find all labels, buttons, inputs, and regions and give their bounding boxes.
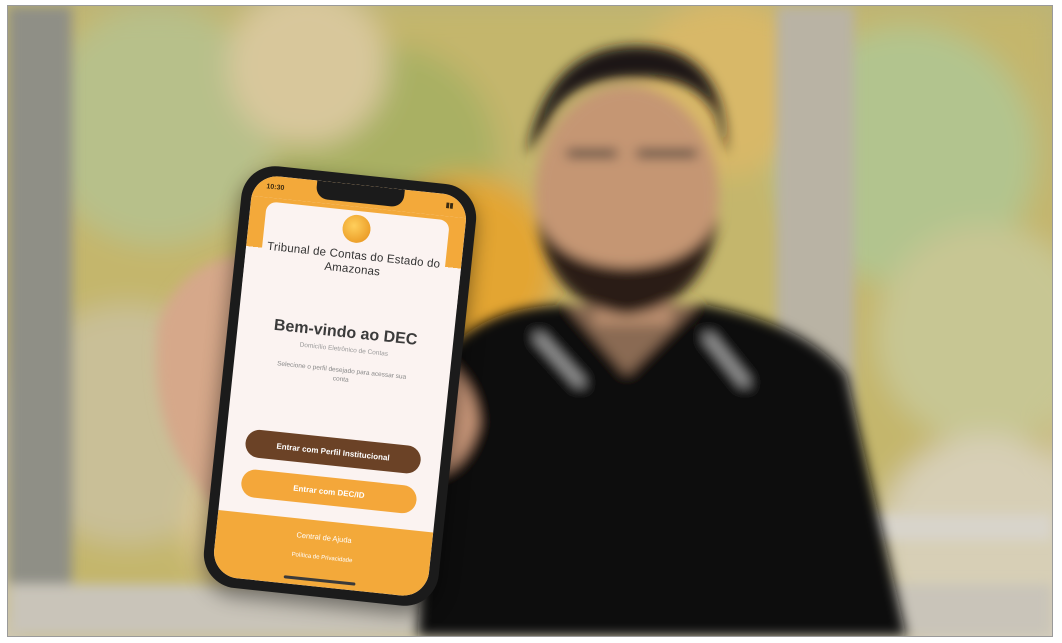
app-footer: Central de Ajuda Política de Privacidade <box>211 509 434 599</box>
institutional-login-button[interactable]: Entrar com Perfil Institucional <box>244 428 423 475</box>
bee-logo-icon <box>341 213 372 245</box>
status-time: 10:30 <box>266 182 285 192</box>
battery-icon: ▮▮ <box>445 202 454 210</box>
background-scene <box>8 6 1052 636</box>
hint-text: Selecione o perfil desejado para acessar… <box>276 360 407 384</box>
dec-id-login-button[interactable]: Entrar com DEC/ID <box>239 468 418 515</box>
photo: 10:30 ▮▮ Tribunal de Contas do Estado do… <box>7 5 1053 637</box>
smartphone: 10:30 ▮▮ Tribunal de Contas do Estado do… <box>200 162 480 610</box>
org-name: Tribunal de Contas do Estado do Amazonas <box>266 240 441 279</box>
org-card: Tribunal de Contas do Estado do Amazonas <box>257 201 450 307</box>
phone-screen: 10:30 ▮▮ Tribunal de Contas do Estado do… <box>211 173 469 599</box>
